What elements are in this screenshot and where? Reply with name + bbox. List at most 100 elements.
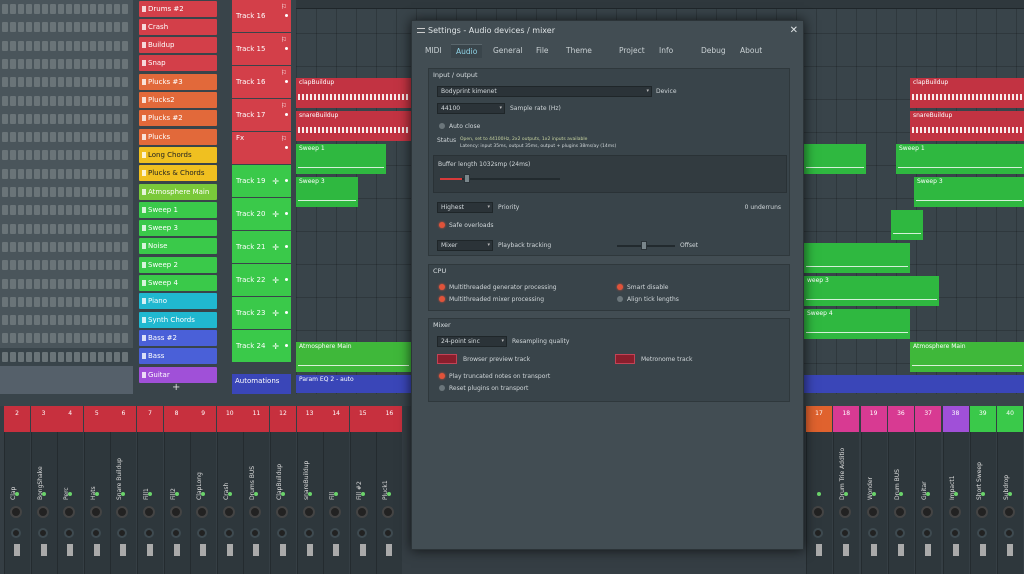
step-pad[interactable] (90, 40, 96, 51)
step-pad[interactable] (66, 58, 72, 69)
volume-fader[interactable] (1007, 544, 1014, 556)
channel-button[interactable]: Plucks (139, 128, 217, 145)
step-pad[interactable] (98, 40, 104, 51)
step-pad[interactable] (18, 333, 24, 344)
step-pad[interactable] (34, 351, 40, 362)
step-pad[interactable] (50, 58, 56, 69)
step-pad[interactable] (90, 4, 96, 14)
pan-knob[interactable] (143, 506, 155, 518)
volume-fader[interactable] (843, 544, 850, 556)
pan-knob[interactable] (169, 506, 182, 518)
step-pad[interactable] (66, 205, 72, 216)
step-pad[interactable] (66, 278, 72, 289)
step-pad[interactable] (2, 260, 8, 271)
auto-close-checkbox[interactable] (439, 123, 445, 129)
pan-knob[interactable] (893, 506, 906, 518)
pan-knob[interactable] (89, 506, 102, 518)
stereo-knob[interactable] (356, 528, 367, 538)
step-pad[interactable] (90, 296, 96, 307)
step-pad[interactable] (42, 260, 48, 271)
step-pad[interactable] (66, 4, 72, 14)
volume-fader[interactable] (925, 544, 932, 556)
tab-info[interactable]: Info (654, 44, 678, 57)
step-pad[interactable] (18, 260, 24, 271)
track-select-dot[interactable] (285, 344, 288, 347)
step-pad[interactable] (2, 22, 8, 33)
play-truncated-checkbox[interactable] (439, 373, 445, 379)
step-pad[interactable] (114, 40, 120, 51)
step-pad[interactable] (114, 223, 120, 234)
step-pad[interactable] (122, 22, 128, 33)
mixer-track-number[interactable]: 9 (190, 406, 217, 432)
step-pad[interactable] (10, 187, 16, 197)
volume-fader[interactable] (93, 544, 100, 556)
step-pad[interactable] (50, 205, 56, 216)
step-pad[interactable] (2, 205, 8, 216)
step-pad[interactable] (10, 278, 16, 289)
mute-icon[interactable]: ⚐ (281, 69, 287, 77)
step-pad[interactable] (50, 4, 56, 14)
step-pad[interactable] (106, 4, 112, 14)
track-select-dot[interactable] (285, 278, 288, 281)
step-pad[interactable] (74, 132, 80, 143)
step-pad[interactable] (98, 132, 104, 143)
step-pad[interactable] (50, 315, 56, 326)
step-pad[interactable] (2, 77, 8, 88)
step-pad[interactable] (34, 150, 40, 161)
pan-knob[interactable] (812, 506, 824, 518)
step-pad[interactable] (82, 22, 88, 33)
device-dropdown[interactable]: Bodyprint kimenet ▾ (437, 86, 652, 97)
volume-fader[interactable] (280, 544, 286, 556)
step-pad[interactable] (106, 58, 112, 69)
step-pad[interactable] (66, 77, 72, 88)
move-icon[interactable]: ✛ (272, 177, 279, 186)
step-pad[interactable] (74, 315, 80, 326)
stereo-knob[interactable] (11, 528, 21, 538)
step-pad[interactable] (98, 4, 104, 14)
step-pad[interactable] (34, 95, 40, 106)
step-pad[interactable] (58, 187, 64, 197)
step-pad[interactable] (122, 168, 128, 179)
mixer-track-number[interactable]: 5 (83, 406, 110, 432)
clip-sweep-1-mid[interactable] (804, 144, 866, 174)
step-pad[interactable] (42, 241, 48, 252)
step-pad[interactable] (82, 113, 88, 124)
step-pad[interactable] (26, 113, 32, 124)
step-pad[interactable] (58, 95, 64, 106)
stereo-knob[interactable] (223, 528, 234, 538)
channel-button[interactable]: Crash (139, 18, 217, 35)
stereo-knob[interactable] (813, 528, 823, 538)
channel-button[interactable]: Plucks #2 (139, 110, 217, 127)
step-pad[interactable] (18, 77, 24, 88)
step-pad[interactable] (82, 150, 88, 161)
step-pad[interactable] (122, 113, 128, 124)
step-pad[interactable] (18, 95, 24, 106)
step-pad[interactable] (50, 150, 56, 161)
step-pad[interactable] (90, 77, 96, 88)
automations-track-header[interactable]: Automations (232, 374, 291, 394)
step-pad[interactable] (50, 333, 56, 344)
sample-rate-dropdown[interactable]: 44100 ▾ (437, 103, 505, 114)
pan-knob[interactable] (276, 506, 288, 518)
step-pad[interactable] (66, 351, 72, 362)
step-pad[interactable] (114, 278, 120, 289)
menu-icon[interactable] (417, 28, 425, 33)
step-pad[interactable] (98, 333, 104, 344)
step-pad[interactable] (34, 4, 40, 14)
volume-fader[interactable] (870, 544, 877, 556)
step-pad[interactable] (122, 223, 128, 234)
step-pad[interactable] (58, 296, 64, 307)
channel-button[interactable]: Long Chords (139, 146, 217, 163)
buffer-slider-knob[interactable] (464, 174, 470, 183)
clip-atmosphere-right[interactable]: Atmosphere Main (910, 342, 1024, 372)
mixer-track-number[interactable]: 39 (969, 406, 996, 432)
step-pad[interactable] (10, 223, 16, 234)
step-pad[interactable] (34, 223, 40, 234)
track-header[interactable]: Track 20 ✛ (232, 198, 291, 230)
mixer-track-number[interactable]: 38 (942, 406, 969, 432)
mixer-track-number[interactable]: 15 (349, 406, 376, 432)
step-pad[interactable] (34, 333, 40, 344)
step-pad[interactable] (114, 241, 120, 252)
mixer-track-number[interactable]: 36 (887, 406, 914, 432)
step-pad[interactable] (18, 22, 24, 33)
